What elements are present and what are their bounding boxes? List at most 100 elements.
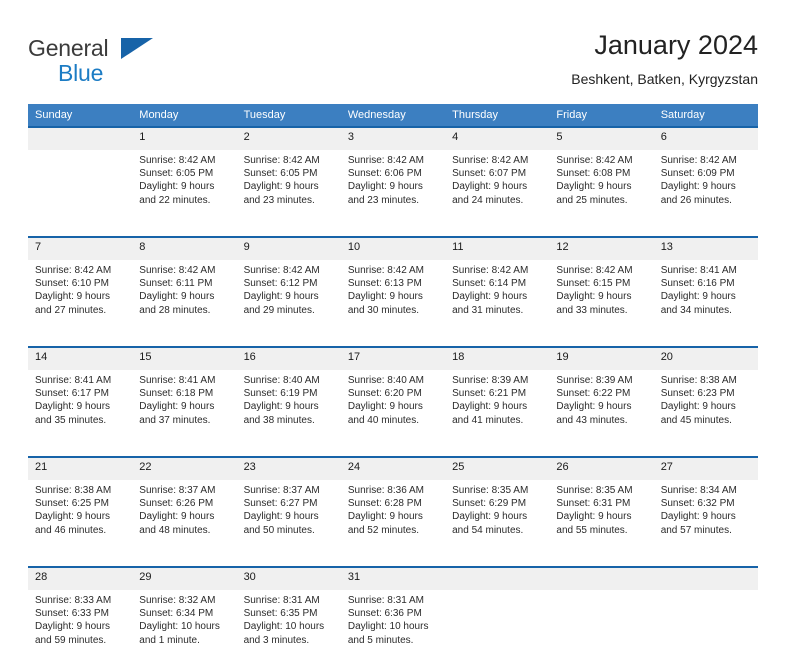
calendar-table: Sunday Monday Tuesday Wednesday Thursday Frid… — [28, 104, 758, 670]
day-number-16[interactable]: 16 — [236, 348, 341, 370]
day-number-24[interactable]: 24 — [340, 458, 446, 480]
day-info-line: Sunset: 6:35 PM — [243, 608, 318, 620]
day-cell-21[interactable]: Sunrise: 8:38 AM Sunset: 6:25 PM Daylight:… — [28, 480, 132, 560]
day-cell-7[interactable]: Sunrise: 8:42 AM Sunset: 6:10 PM Daylight:… — [28, 260, 132, 340]
day-info-line: Sunset: 6:09 PM — [660, 168, 735, 180]
day-info-line: Daylight: 9 hours — [660, 181, 736, 193]
weekday-header-tuesday: Tuesday — [236, 104, 341, 126]
day-info-line: Daylight: 9 hours — [139, 181, 215, 193]
day-info-line: Sunrise: 8:42 AM — [35, 265, 112, 276]
day-number-3[interactable]: 3 — [340, 128, 446, 150]
day-cell-8[interactable]: Sunrise: 8:42 AM Sunset: 6:11 PM Daylight:… — [132, 260, 236, 340]
day-number-12[interactable]: 12 — [549, 238, 654, 260]
day-cell-6[interactable]: Sunrise: 8:42 AM Sunset: 6:09 PM Daylight:… — [654, 150, 758, 230]
day-cell-empty — [28, 150, 132, 230]
day-info-line: Daylight: 9 hours — [139, 291, 215, 303]
day-number-28[interactable]: 28 — [28, 568, 133, 590]
day-info-line: Sunset: 6:11 PM — [139, 278, 213, 290]
day-info-line: Sunset: 6:12 PM — [243, 278, 318, 290]
day-number-2[interactable]: 2 — [236, 128, 341, 150]
day-cell-4[interactable]: Sunrise: 8:42 AM Sunset: 6:07 PM Daylight:… — [445, 150, 549, 230]
day-number-26[interactable]: 26 — [549, 458, 654, 480]
day-cell-30[interactable]: Sunrise: 8:31 AM Sunset: 6:35 PM Daylight:… — [237, 590, 341, 670]
day-cell-1[interactable]: Sunrise: 8:42 AM Sunset: 6:05 PM Daylight:… — [132, 150, 236, 230]
day-number-14[interactable]: 14 — [28, 348, 133, 370]
day-info-line: Sunrise: 8:38 AM — [35, 485, 112, 496]
day-cell-17[interactable]: Sunrise: 8:40 AM Sunset: 6:20 PM Daylight:… — [341, 370, 445, 450]
day-info-line: Daylight: 10 hours — [139, 621, 220, 633]
day-cell-25[interactable]: Sunrise: 8:35 AM Sunset: 6:29 PM Daylight:… — [445, 480, 549, 560]
day-number-1[interactable]: 1 — [132, 128, 237, 150]
day-cell-24[interactable]: Sunrise: 8:36 AM Sunset: 6:28 PM Daylight:… — [341, 480, 445, 560]
day-number-27[interactable]: 27 — [653, 458, 758, 480]
day-number-29[interactable]: 29 — [132, 568, 237, 590]
day-cell-empty — [654, 590, 758, 670]
day-cell-31[interactable]: Sunrise: 8:31 AM Sunset: 6:36 PM Daylight:… — [341, 590, 445, 670]
day-info-line: and 27 minutes. — [35, 304, 107, 316]
title-block: January 2024 Beshkent, Batken, Kyrgyzsta… — [571, 28, 758, 89]
day-info-line: Sunrise: 8:41 AM — [660, 265, 737, 276]
day-cell-29[interactable]: Sunrise: 8:32 AM Sunset: 6:34 PM Daylight:… — [132, 590, 236, 670]
day-number-25[interactable]: 25 — [445, 458, 550, 480]
day-info-line: Sunset: 6:23 PM — [660, 388, 735, 400]
day-number-7[interactable]: 7 — [28, 238, 133, 260]
day-cell-9[interactable]: Sunrise: 8:42 AM Sunset: 6:12 PM Daylight:… — [237, 260, 341, 340]
day-info-line: and 3 minutes. — [243, 634, 310, 646]
day-info-line: Sunset: 6:26 PM — [139, 498, 214, 510]
day-cell-18[interactable]: Sunrise: 8:39 AM Sunset: 6:21 PM Daylight:… — [445, 370, 549, 450]
day-info-line: Sunrise: 8:33 AM — [35, 595, 112, 606]
day-number-9[interactable]: 9 — [236, 238, 341, 260]
day-detail-row: Sunrise: 8:42 AM Sunset: 6:10 PM Daylight:… — [28, 260, 758, 340]
day-number-4[interactable]: 4 — [445, 128, 550, 150]
day-number-18[interactable]: 18 — [445, 348, 550, 370]
day-cell-3[interactable]: Sunrise: 8:42 AM Sunset: 6:06 PM Daylight:… — [341, 150, 445, 230]
day-number-21[interactable]: 21 — [28, 458, 133, 480]
day-number-19[interactable]: 19 — [549, 348, 654, 370]
day-cell-16[interactable]: Sunrise: 8:40 AM Sunset: 6:19 PM Daylight:… — [237, 370, 341, 450]
day-info-line: and 57 minutes. — [660, 524, 732, 536]
day-number-30[interactable]: 30 — [236, 568, 341, 590]
day-info-line: Sunrise: 8:38 AM — [660, 375, 737, 386]
day-cell-2[interactable]: Sunrise: 8:42 AM Sunset: 6:05 PM Daylight:… — [237, 150, 341, 230]
day-info-line: Daylight: 9 hours — [35, 621, 111, 633]
day-number-31[interactable]: 31 — [340, 568, 446, 590]
day-info-line: Daylight: 9 hours — [347, 511, 423, 523]
day-number-6[interactable]: 6 — [653, 128, 758, 150]
day-number-8[interactable]: 8 — [132, 238, 237, 260]
day-cell-14[interactable]: Sunrise: 8:41 AM Sunset: 6:17 PM Daylight:… — [28, 370, 132, 450]
day-info-line: Sunset: 6:19 PM — [243, 388, 318, 400]
day-info-line: Daylight: 9 hours — [556, 511, 632, 523]
day-cell-11[interactable]: Sunrise: 8:42 AM Sunset: 6:14 PM Daylight:… — [445, 260, 549, 340]
day-cell-5[interactable]: Sunrise: 8:42 AM Sunset: 6:08 PM Daylight:… — [549, 150, 653, 230]
day-cell-13[interactable]: Sunrise: 8:41 AM Sunset: 6:16 PM Daylight:… — [654, 260, 758, 340]
day-info-line: and 26 minutes. — [660, 194, 732, 206]
day-number-17[interactable]: 17 — [340, 348, 446, 370]
day-cell-15[interactable]: Sunrise: 8:41 AM Sunset: 6:18 PM Daylight:… — [132, 370, 236, 450]
day-cell-26[interactable]: Sunrise: 8:35 AM Sunset: 6:31 PM Daylight:… — [549, 480, 653, 560]
day-info-line: and 1 minute. — [139, 634, 200, 646]
day-cell-27[interactable]: Sunrise: 8:34 AM Sunset: 6:32 PM Daylight:… — [654, 480, 758, 560]
day-number-22[interactable]: 22 — [132, 458, 237, 480]
day-cell-12[interactable]: Sunrise: 8:42 AM Sunset: 6:15 PM Daylight:… — [549, 260, 653, 340]
day-number-11[interactable]: 11 — [445, 238, 550, 260]
day-cell-20[interactable]: Sunrise: 8:38 AM Sunset: 6:23 PM Daylight:… — [654, 370, 758, 450]
day-number-20[interactable]: 20 — [653, 348, 758, 370]
day-cell-28[interactable]: Sunrise: 8:33 AM Sunset: 6:33 PM Daylight:… — [28, 590, 132, 670]
day-cell-22[interactable]: Sunrise: 8:37 AM Sunset: 6:26 PM Daylight:… — [132, 480, 236, 560]
day-number-15[interactable]: 15 — [132, 348, 237, 370]
day-number-13[interactable]: 13 — [653, 238, 758, 260]
day-detail-row: Sunrise: 8:41 AM Sunset: 6:17 PM Daylight:… — [28, 370, 758, 450]
day-number-10[interactable]: 10 — [340, 238, 446, 260]
day-number-5[interactable]: 5 — [549, 128, 654, 150]
day-detail-row: Sunrise: 8:38 AM Sunset: 6:25 PM Daylight:… — [28, 480, 758, 560]
day-cell-23[interactable]: Sunrise: 8:37 AM Sunset: 6:27 PM Daylight:… — [237, 480, 341, 560]
day-info-line: Sunrise: 8:42 AM — [556, 155, 633, 166]
day-cell-19[interactable]: Sunrise: 8:39 AM Sunset: 6:22 PM Daylight:… — [549, 370, 653, 450]
day-number-23[interactable]: 23 — [236, 458, 341, 480]
day-info-line: Sunrise: 8:32 AM — [139, 595, 216, 606]
brand-logo[interactable]: General Blue — [28, 36, 268, 92]
day-cell-10[interactable]: Sunrise: 8:42 AM Sunset: 6:13 PM Daylight:… — [341, 260, 445, 340]
day-info-line: and 52 minutes. — [347, 524, 420, 536]
day-info-line: and 54 minutes. — [452, 524, 524, 536]
day-info-line: Daylight: 9 hours — [660, 511, 736, 523]
